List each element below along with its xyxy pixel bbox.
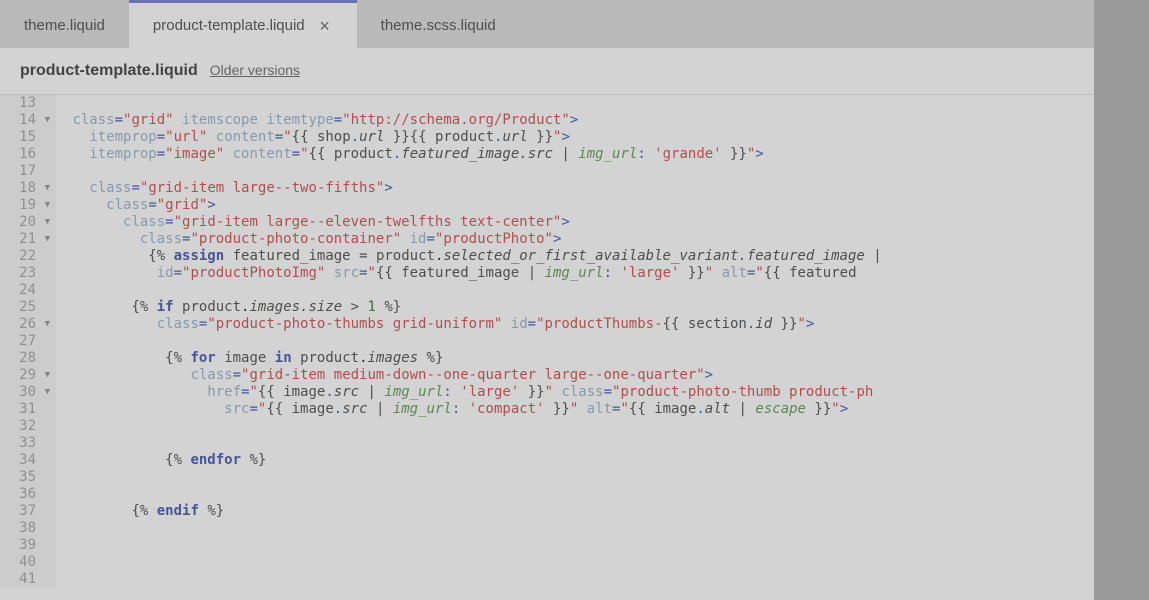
gutter-line: 30▼ xyxy=(12,384,50,401)
close-icon[interactable]: × xyxy=(317,18,333,34)
code-line[interactable]: class="product-photo-thumbs grid-uniform… xyxy=(64,316,1094,333)
gutter-line: 17 xyxy=(12,163,50,180)
fold-arrow-icon[interactable]: ▼ xyxy=(40,384,50,401)
gutter-line: 18▼ xyxy=(12,180,50,197)
code-line[interactable]: {% for image in product.images %} xyxy=(64,350,1094,367)
gutter-line: 16 xyxy=(12,146,50,163)
code-line[interactable]: class="product-photo-container" id="prod… xyxy=(64,231,1094,248)
code-line[interactable]: {% if product.images.size > 1 %} xyxy=(64,299,1094,316)
code-line[interactable] xyxy=(64,163,1094,180)
code-line[interactable] xyxy=(64,282,1094,299)
fold-arrow-icon[interactable]: ▼ xyxy=(40,197,50,214)
tab-label: theme.liquid xyxy=(24,17,105,34)
code-line[interactable] xyxy=(64,554,1094,571)
gutter-line: 22 xyxy=(12,248,50,265)
tab-bar: theme.liquid product-template.liquid × t… xyxy=(0,0,1094,48)
code-line[interactable]: itemprop="image" content="{{ product.fea… xyxy=(64,146,1094,163)
gutter-line: 19▼ xyxy=(12,197,50,214)
code-line[interactable]: itemprop="url" content="{{ shop.url }}{{… xyxy=(64,129,1094,146)
gutter-line: 41 xyxy=(12,571,50,588)
gutter-line: 26▼ xyxy=(12,316,50,333)
fold-arrow-icon[interactable]: ▼ xyxy=(40,180,50,197)
code-line[interactable]: class="grid" itemscope itemtype="http://… xyxy=(64,112,1094,129)
code-line[interactable] xyxy=(64,537,1094,554)
code-line[interactable]: id="productPhotoImg" src="{{ featured_im… xyxy=(64,265,1094,282)
code-line[interactable]: class="grid-item large--two-fifths"> xyxy=(64,180,1094,197)
code-line[interactable] xyxy=(64,418,1094,435)
file-title: product-template.liquid xyxy=(20,62,198,80)
gutter-line: 28 xyxy=(12,350,50,367)
code-line[interactable]: {% assign featured_image = product.selec… xyxy=(64,248,1094,265)
tab-theme-liquid[interactable]: theme.liquid xyxy=(0,0,129,48)
code-line[interactable] xyxy=(64,520,1094,537)
fold-arrow-icon[interactable]: ▼ xyxy=(40,112,50,129)
gutter-line: 24 xyxy=(12,282,50,299)
fold-arrow-icon[interactable]: ▼ xyxy=(40,214,50,231)
code-line[interactable] xyxy=(64,469,1094,486)
fold-arrow-icon[interactable]: ▼ xyxy=(40,316,50,333)
code-line[interactable] xyxy=(64,486,1094,503)
gutter-line: 40 xyxy=(12,554,50,571)
code-line[interactable]: class="grid"> xyxy=(64,197,1094,214)
code-line[interactable] xyxy=(64,333,1094,350)
code-line[interactable] xyxy=(64,435,1094,452)
code-line[interactable]: {% endfor %} xyxy=(64,452,1094,469)
code-line[interactable] xyxy=(64,571,1094,588)
gutter-line: 21▼ xyxy=(12,231,50,248)
gutter-line: 13 xyxy=(12,95,50,112)
code-area[interactable]: 1314▼15161718▼19▼20▼21▼2223242526▼272829… xyxy=(0,95,1094,588)
gutter-line: 31 xyxy=(12,401,50,418)
fold-arrow-icon[interactable]: ▼ xyxy=(40,231,50,248)
gutter-line: 32 xyxy=(12,418,50,435)
gutter-line: 25 xyxy=(12,299,50,316)
gutter-line: 29▼ xyxy=(12,367,50,384)
tab-theme-scss-liquid[interactable]: theme.scss.liquid xyxy=(357,0,520,48)
gutter-line: 35 xyxy=(12,469,50,486)
gutter-line: 34 xyxy=(12,452,50,469)
breadcrumb: product-template.liquid Older versions xyxy=(0,48,1094,95)
gutter-line: 27 xyxy=(12,333,50,350)
gutter-line: 36 xyxy=(12,486,50,503)
gutter-line: 23 xyxy=(12,265,50,282)
gutter-line: 39 xyxy=(12,537,50,554)
gutter-line: 20▼ xyxy=(12,214,50,231)
tab-product-template-liquid[interactable]: product-template.liquid × xyxy=(129,0,357,48)
gutter-line: 14▼ xyxy=(12,112,50,129)
gutter-line: 33 xyxy=(12,435,50,452)
code-line[interactable]: href="{{ image.src | img_url: 'large' }}… xyxy=(64,384,1094,401)
code-line[interactable] xyxy=(64,95,1094,112)
code-line[interactable]: class="grid-item large--eleven-twelfths … xyxy=(64,214,1094,231)
gutter-line: 37 xyxy=(12,503,50,520)
code-content[interactable]: class="grid" itemscope itemtype="http://… xyxy=(56,95,1094,588)
gutter-line: 38 xyxy=(12,520,50,537)
line-gutter: 1314▼15161718▼19▼20▼21▼2223242526▼272829… xyxy=(0,95,56,588)
code-line[interactable]: src="{{ image.src | img_url: 'compact' }… xyxy=(64,401,1094,418)
code-line[interactable]: {% endif %} xyxy=(64,503,1094,520)
code-line[interactable]: class="grid-item medium-down--one-quarte… xyxy=(64,367,1094,384)
tab-label: theme.scss.liquid xyxy=(381,17,496,34)
code-editor: theme.liquid product-template.liquid × t… xyxy=(0,0,1094,600)
gutter-line: 15 xyxy=(12,129,50,146)
fold-arrow-icon[interactable]: ▼ xyxy=(40,367,50,384)
tab-label: product-template.liquid xyxy=(153,17,305,34)
older-versions-link[interactable]: Older versions xyxy=(210,62,300,78)
